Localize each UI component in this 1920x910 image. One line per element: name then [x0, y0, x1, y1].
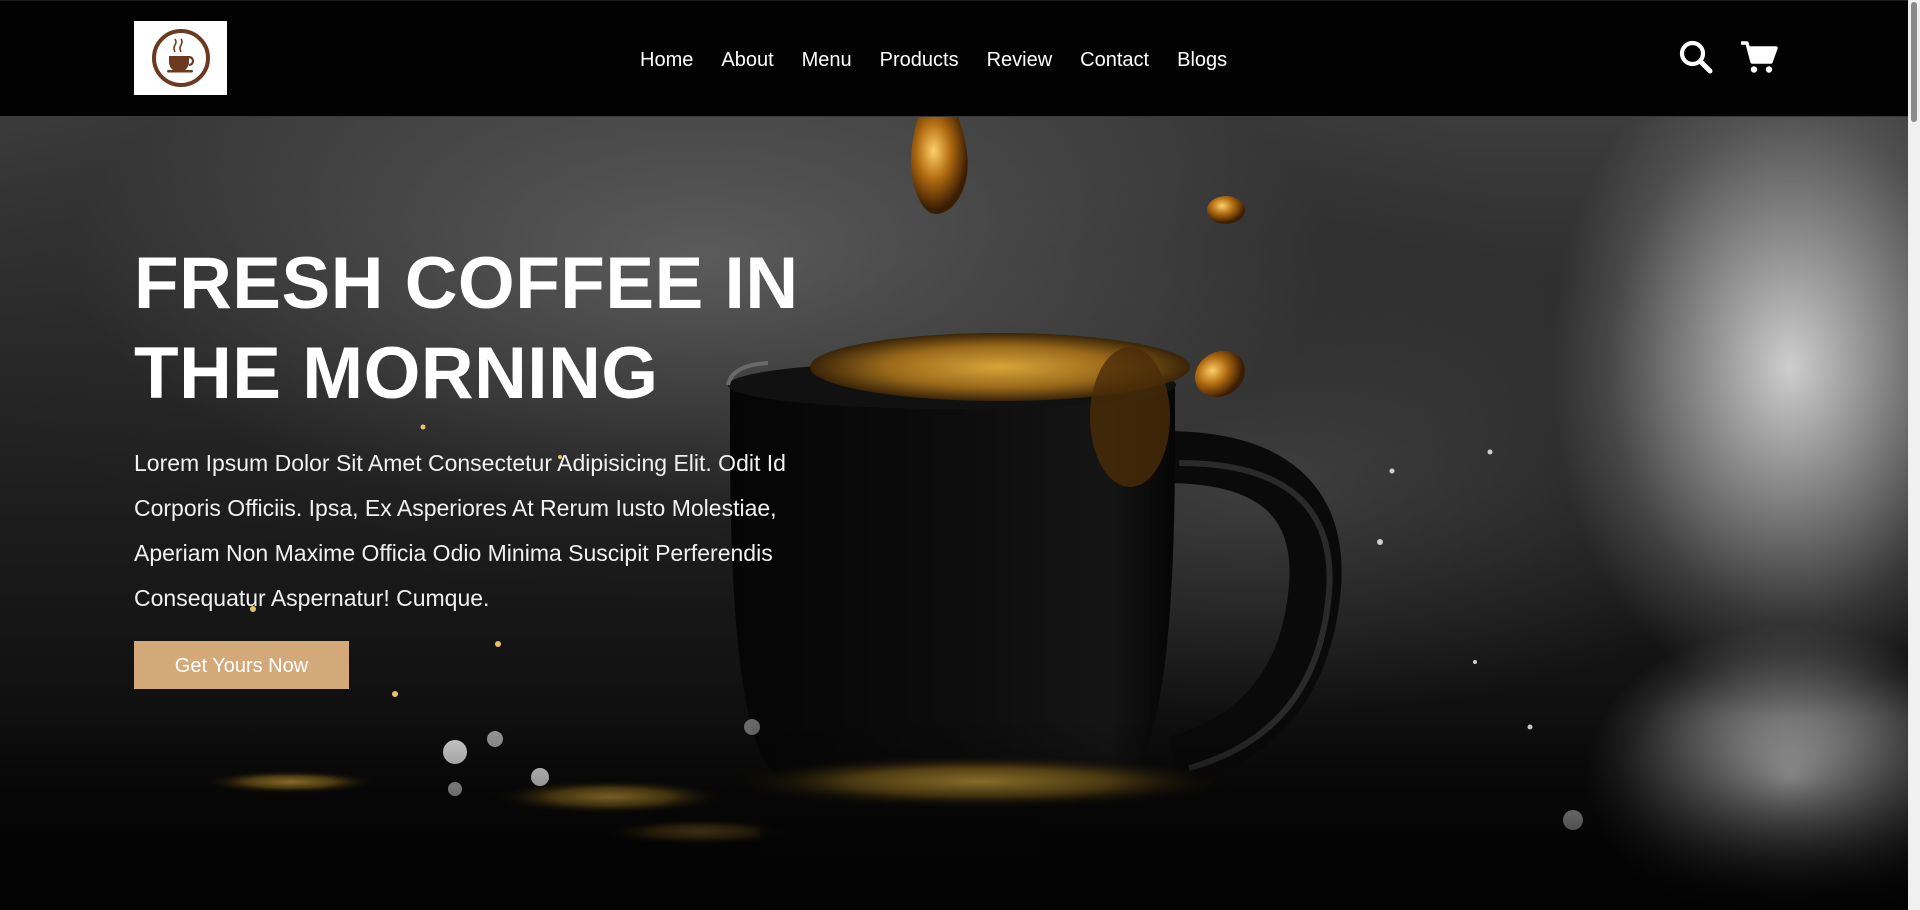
get-yours-now-button[interactable]: Get Yours Now [134, 641, 349, 689]
search-icon[interactable] [1678, 39, 1714, 75]
hero-content: FRESH COFFEE IN THE MORNING Lorem Ipsum … [134, 239, 854, 689]
page-scrollbar[interactable] [1908, 0, 1920, 910]
nav-products[interactable]: Products [880, 41, 959, 79]
nav-about[interactable]: About [721, 41, 773, 79]
nav-menu[interactable]: Menu [802, 41, 852, 79]
hero-description: Lorem Ipsum Dolor Sit Amet Consectetur A… [134, 450, 786, 611]
hero-section: FRESH COFFEE IN THE MORNING Lorem Ipsum … [0, 117, 1908, 910]
main-nav: Home About Menu Products Review Contact … [640, 41, 1227, 79]
site-header: Home About Menu Products Review Contact … [0, 0, 1908, 117]
cart-icon[interactable] [1740, 39, 1778, 75]
nav-contact[interactable]: Contact [1080, 41, 1149, 79]
nav-blogs[interactable]: Blogs [1177, 41, 1227, 79]
logo[interactable] [134, 21, 227, 95]
scrollbar-thumb[interactable] [1911, 2, 1917, 122]
hero-title: FRESH COFFEE IN THE MORNING [134, 243, 799, 414]
header-icons [1678, 39, 1778, 75]
nav-review[interactable]: Review [987, 41, 1053, 79]
nav-home[interactable]: Home [640, 41, 693, 79]
coffee-cup-logo-icon [151, 29, 210, 87]
